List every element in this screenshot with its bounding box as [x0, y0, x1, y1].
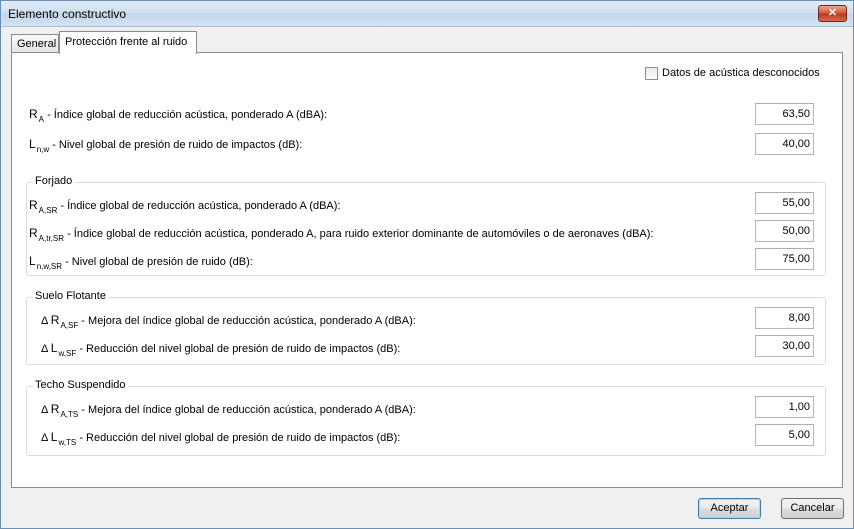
delta-lw-sf-input[interactable]: 30,00 — [755, 335, 814, 357]
forjado-title: Forjado — [33, 175, 75, 187]
lnw-label: Ln,w - Nivel global de presión de ruido … — [29, 137, 303, 154]
suelo-flotante-title: Suelo Flotante — [33, 290, 108, 302]
acoustic-unknown-checkbox[interactable] — [645, 67, 658, 80]
window-title: Elemento constructivo — [8, 7, 127, 21]
ra-input[interactable]: 63,50 — [755, 103, 814, 125]
tab-panel: Datos de acústica desconocidos RA - Índi… — [11, 52, 843, 488]
suelo-flotante-group: Suelo Flotante Δ RA,SF - Mejora del índi… — [26, 290, 826, 365]
tab-proteccion-ruido-label: Protección frente al ruido — [65, 36, 188, 48]
dialog-window: Elemento constructivo ✕ General Protecci… — [0, 0, 854, 529]
techo-suspendido-title: Techo Suspendido — [33, 379, 128, 391]
cancel-button[interactable]: Cancelar — [781, 498, 844, 519]
tab-general[interactable]: General — [11, 34, 59, 53]
ra-sr-input[interactable]: 55,00 — [755, 192, 814, 214]
delta-ra-sf-label: Δ RA,SF - Mejora del índice global de re… — [41, 313, 416, 330]
tab-proteccion-ruido[interactable]: Protección frente al ruido — [59, 31, 197, 54]
acoustic-unknown-label: Datos de acústica desconocidos — [662, 67, 820, 79]
lnw-sr-label: Ln,w,SR - Nivel global de presión de rui… — [29, 254, 253, 271]
close-button[interactable]: ✕ — [818, 5, 847, 22]
accept-button[interactable]: Aceptar — [698, 498, 761, 519]
close-icon: ✕ — [827, 7, 838, 19]
ra-sr-label: RA,SR - Índice global de reducción acúst… — [29, 198, 341, 215]
forjado-group: Forjado RA,SR - Índice global de reducci… — [26, 175, 826, 276]
lnw-sr-input[interactable]: 75,00 — [755, 248, 814, 270]
lnw-input[interactable]: 40,00 — [755, 133, 814, 155]
delta-ra-ts-label: Δ RA,TS - Mejora del índice global de re… — [41, 402, 416, 419]
techo-suspendido-group: Techo Suspendido Δ RA,TS - Mejora del ín… — [26, 379, 826, 456]
tab-general-label: General — [17, 38, 57, 50]
delta-ra-ts-input[interactable]: 1,00 — [755, 396, 814, 418]
delta-lw-ts-input[interactable]: 5,00 — [755, 424, 814, 446]
title-bar: Elemento constructivo ✕ — [1, 1, 853, 27]
delta-lw-ts-label: Δ Lw,TS - Reducción del nivel global de … — [41, 430, 401, 447]
ra-label: RA - Índice global de reducción acústica… — [29, 107, 328, 124]
delta-lw-sf-label: Δ Lw,SF - Reducción del nivel global de … — [41, 341, 401, 358]
ra-tr-sr-input[interactable]: 50,00 — [755, 220, 814, 242]
ra-tr-sr-label: RA,tr,SR - Índice global de reducción ac… — [29, 226, 654, 243]
delta-ra-sf-input[interactable]: 8,00 — [755, 307, 814, 329]
